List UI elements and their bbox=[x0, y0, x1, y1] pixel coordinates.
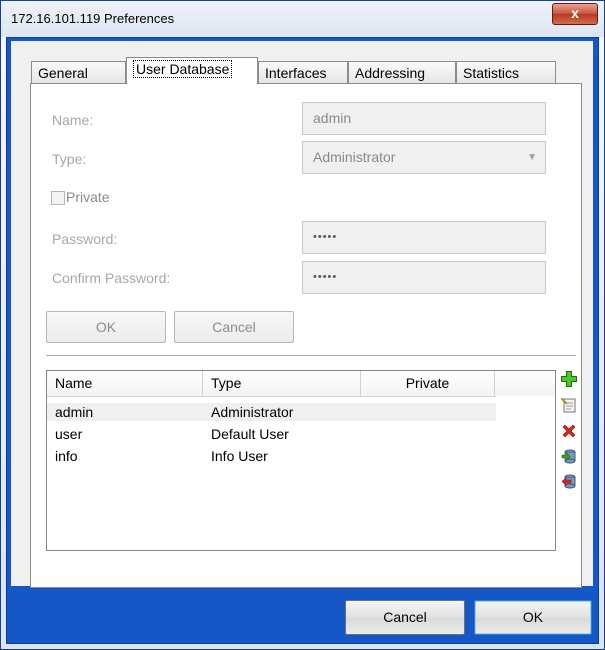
column-header-name[interactable]: Name bbox=[47, 371, 203, 396]
form-ok-button[interactable]: OK bbox=[46, 311, 166, 343]
row-name: admin bbox=[55, 404, 94, 420]
tab-addressing-label: Addressing bbox=[355, 65, 426, 81]
row-name: user bbox=[55, 426, 83, 442]
tab-user-database-label: User Database bbox=[133, 60, 233, 78]
table-row[interactable]: admin Administrator bbox=[47, 403, 496, 421]
type-label: Type: bbox=[52, 151, 87, 167]
tab-user-database[interactable]: User Database bbox=[126, 57, 258, 84]
row-type: Administrator bbox=[211, 404, 294, 420]
tab-statistics[interactable]: Statistics bbox=[456, 61, 556, 83]
tab-interfaces-label: Interfaces bbox=[265, 65, 327, 81]
table-row[interactable]: info Info User bbox=[47, 447, 496, 465]
title-bar[interactable]: 172.16.101.119 Preferences x bbox=[1, 1, 604, 37]
cancel-button[interactable]: Cancel bbox=[345, 600, 465, 635]
name-field[interactable]: admin bbox=[302, 102, 546, 135]
add-user-icon[interactable] bbox=[561, 371, 577, 387]
table-row[interactable]: user Default User bbox=[47, 425, 496, 443]
tab-interfaces[interactable]: Interfaces bbox=[258, 61, 348, 83]
password-label: Password: bbox=[52, 231, 118, 247]
close-button[interactable]: x bbox=[552, 3, 598, 25]
header-divider bbox=[47, 396, 496, 397]
tab-general-label: General bbox=[38, 65, 88, 81]
password-field[interactable]: ••••• bbox=[302, 221, 546, 254]
chevron-down-icon: ▼ bbox=[527, 152, 537, 163]
private-label: Private bbox=[66, 189, 110, 205]
edit-user-icon[interactable] bbox=[561, 397, 577, 413]
form-cancel-button[interactable]: Cancel bbox=[174, 311, 294, 343]
confirm-password-label: Confirm Password: bbox=[52, 270, 171, 286]
private-checkbox[interactable] bbox=[51, 191, 65, 205]
column-header-type[interactable]: Type bbox=[203, 371, 361, 396]
column-header-filler bbox=[495, 371, 555, 396]
user-list[interactable]: Name Type Private admin Administrator us… bbox=[46, 370, 556, 551]
type-select-value: Administrator bbox=[313, 149, 396, 165]
window-title: 172.16.101.119 Preferences bbox=[11, 11, 175, 26]
import-users-icon[interactable] bbox=[561, 448, 577, 464]
export-users-icon[interactable] bbox=[561, 473, 577, 489]
tab-addressing[interactable]: Addressing bbox=[348, 61, 456, 83]
close-icon: x bbox=[571, 5, 579, 21]
type-select[interactable]: Administrator ▼ bbox=[302, 141, 546, 174]
row-type: Info User bbox=[211, 448, 268, 464]
column-header-private[interactable]: Private bbox=[361, 371, 495, 396]
confirm-password-field[interactable]: ••••• bbox=[302, 261, 546, 294]
ok-button[interactable]: OK bbox=[474, 600, 592, 635]
row-type: Default User bbox=[211, 426, 289, 442]
name-label: Name: bbox=[52, 112, 94, 128]
tab-statistics-label: Statistics bbox=[463, 65, 520, 81]
separator bbox=[46, 355, 576, 356]
row-name: info bbox=[55, 448, 78, 464]
delete-user-icon[interactable] bbox=[561, 423, 577, 439]
tab-general[interactable]: General bbox=[31, 61, 126, 83]
